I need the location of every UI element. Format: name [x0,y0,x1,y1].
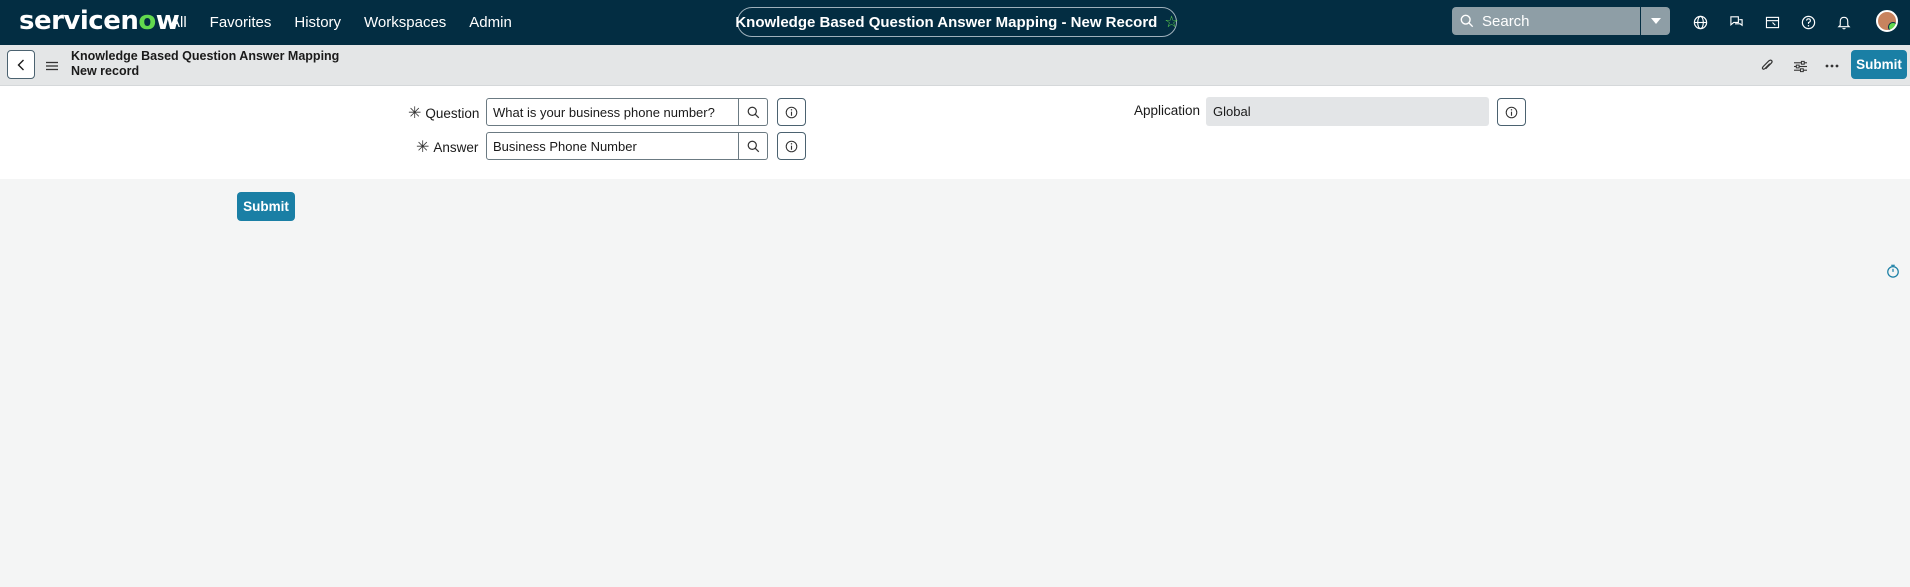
application-info-button[interactable] [1497,98,1526,126]
answer-label: ✳ Answer [416,139,479,156]
hamburger-menu-icon[interactable] [46,58,58,76]
answer-info-button[interactable] [777,132,806,160]
chevron-left-icon [17,59,24,70]
caret-down-icon [1650,18,1661,24]
menu-history[interactable]: History [294,14,341,31]
menu-admin[interactable]: Admin [469,14,512,31]
menu-favorites[interactable]: Favorites [210,14,272,31]
more-options-icon[interactable] [1822,56,1842,76]
required-asterisk-icon: ✳ [408,105,422,122]
chat-icon[interactable] [1726,12,1746,32]
search-placeholder: Search [1482,12,1530,30]
user-avatar[interactable] [1876,10,1898,32]
submit-button-header[interactable]: Submit [1851,50,1907,79]
application-label: Application [1134,103,1201,118]
search-scope-dropdown[interactable] [1641,7,1670,35]
globe-icon[interactable] [1690,12,1710,32]
star-icon[interactable]: ☆ [1164,12,1178,32]
top-navigation-bar: servicenow All Favorites History Workspa… [0,0,1910,45]
submit-button-footer[interactable]: Submit [237,192,295,221]
question-label: ✳ Question [408,105,480,122]
main-menu: All Favorites History Workspaces Admin [170,0,535,45]
record-header: Knowledge Based Question Answer Mapping … [0,45,1910,86]
record-form: ✳Question ✳Answer Application Global [0,86,1910,179]
bell-icon[interactable] [1834,12,1854,32]
record-state: New record [71,64,140,78]
servicenow-logo[interactable]: servicenow [19,6,180,36]
record-title: Knowledge Based Question Answer Mapping … [71,49,339,79]
search-icon [1460,14,1474,28]
search-icon [747,106,759,118]
info-icon [1505,106,1518,118]
search-icon [747,140,759,152]
question-input[interactable] [486,98,739,126]
question-info-button[interactable] [777,98,806,126]
application-field: Global [1206,97,1489,126]
menu-workspaces[interactable]: Workspaces [364,14,446,31]
menu-all[interactable]: All [170,14,187,31]
help-icon[interactable] [1798,12,1818,32]
answer-lookup-button[interactable] [739,132,768,160]
page-title-pill[interactable]: Knowledge Based Question Answer Mapping … [735,7,1179,37]
settings-sliders-icon[interactable] [1790,56,1810,76]
answer-input[interactable] [486,132,739,160]
info-icon [785,106,798,118]
question-lookup-button[interactable] [739,98,768,126]
page-title: Knowledge Based Question Answer Mapping … [735,13,1158,31]
inbox-icon[interactable] [1762,12,1782,32]
info-icon [785,140,798,152]
required-asterisk-icon: ✳ [416,139,430,156]
stopwatch-icon[interactable] [1886,264,1900,278]
paperclip-icon[interactable] [1757,56,1777,76]
global-search[interactable]: Search [1452,7,1640,35]
table-name: Knowledge Based Question Answer Mapping [71,49,340,63]
back-button[interactable] [7,50,35,79]
